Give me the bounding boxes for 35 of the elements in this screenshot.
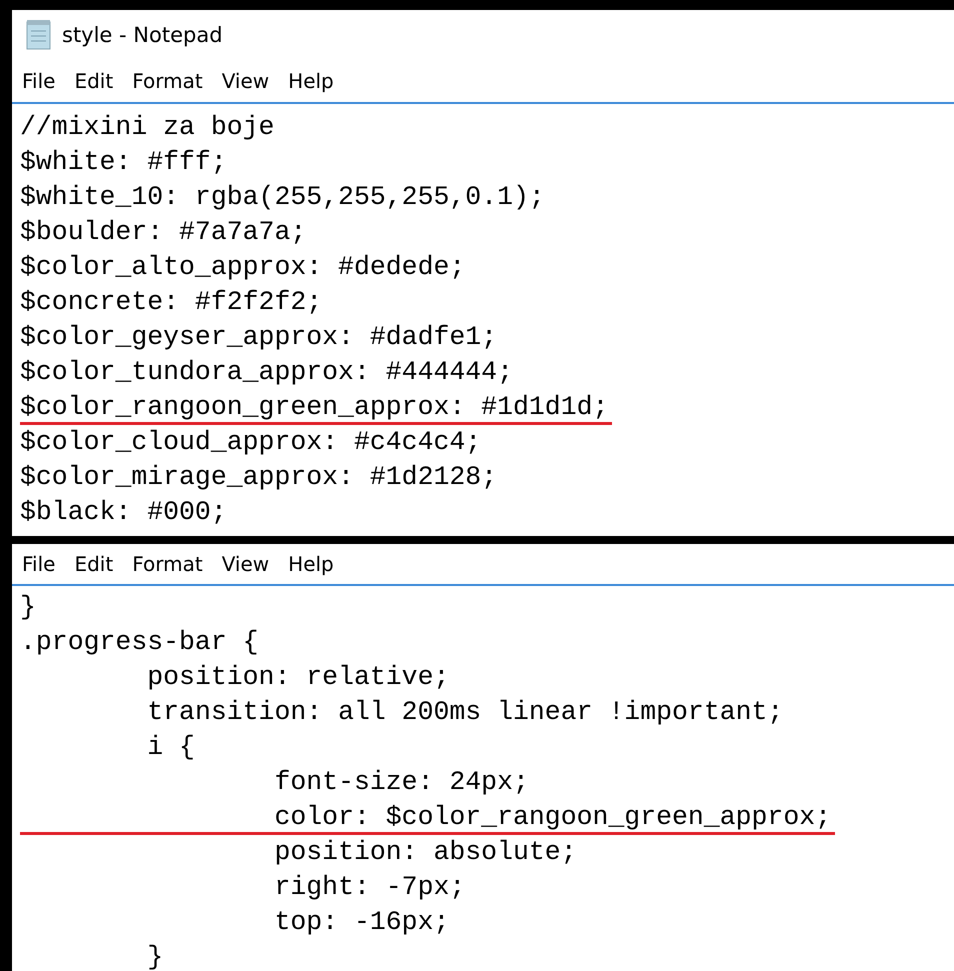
code-line: $white_10: rgba(255,255,255,0.1); xyxy=(20,181,545,214)
code-line: $color_tundora_approx: #444444; xyxy=(20,356,513,389)
code-line: transition: all 200ms linear !important; xyxy=(146,696,784,729)
code-line: } xyxy=(20,591,36,624)
code-line: $color_geyser_approx: #dadfe1; xyxy=(20,321,498,354)
code-line: $color_rangoon_green_approx: #1d1d1d; xyxy=(20,390,612,425)
code-line: color: $color_rangoon_green_approx; xyxy=(20,800,836,835)
menu-item[interactable]: View xyxy=(216,67,282,95)
code-line: i { xyxy=(146,731,195,764)
menu-item[interactable]: Help xyxy=(282,67,347,95)
code-line: $color_mirage_approx: #1d2128; xyxy=(20,461,498,494)
menu-item[interactable]: Format xyxy=(126,67,216,95)
menu-item[interactable]: View xyxy=(216,550,282,578)
code-line: font-size: 24px; xyxy=(273,766,529,799)
code-line: } xyxy=(146,941,164,971)
code-line: $color_cloud_approx: #c4c4c4; xyxy=(20,426,482,459)
window-title: style - Notepad xyxy=(62,23,223,47)
code-line: right: -7px; xyxy=(273,871,466,904)
menu-item[interactable]: File xyxy=(16,550,68,578)
menu-item[interactable]: Edit xyxy=(68,550,126,578)
code-line: $color_alto_approx: #dedede; xyxy=(20,251,466,284)
code-line: $concrete: #f2f2f2; xyxy=(20,286,322,319)
code-line: $black: #000; xyxy=(20,496,227,529)
code-line: $white: #fff; xyxy=(20,146,227,179)
code-line: position: absolute; xyxy=(273,836,577,869)
code-line: .progress-bar { xyxy=(20,626,259,659)
code-line: top: -16px; xyxy=(273,906,450,939)
code-line: position: relative; xyxy=(146,661,450,694)
menu-item[interactable]: File xyxy=(16,67,68,95)
code-line: $boulder: #7a7a7a; xyxy=(20,216,306,249)
menu-item[interactable]: Help xyxy=(282,550,347,578)
text-editor[interactable]: } .progress-bar { position: relative; transition: all 200ms linear !important; i { font-size: 24px; color: $color_rangoon_green_approx; position: absolute; right: -7px; top: -16px; } xyxy=(12,586,954,971)
menu-item[interactable]: Format xyxy=(126,550,216,578)
menu-item[interactable]: Edit xyxy=(68,67,126,95)
code-line: //mixini za boje xyxy=(20,111,274,144)
